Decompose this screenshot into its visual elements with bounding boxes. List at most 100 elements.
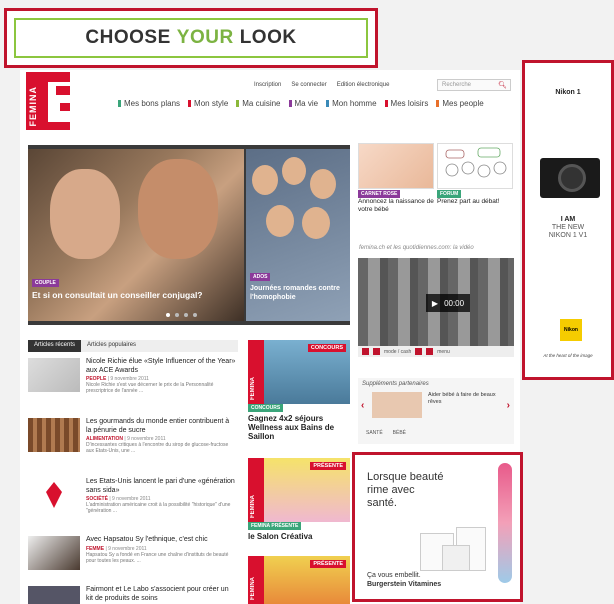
- promo-title[interactable]: le Salon Créativa: [248, 532, 350, 541]
- nikon-ad[interactable]: Nikon 1 I AM THE NEW NIKON 1 V1 Nikon At…: [522, 60, 614, 380]
- carnet-rose-image[interactable]: [358, 143, 434, 189]
- tab-articles-populaires[interactable]: Articles populaires: [81, 340, 142, 352]
- article-title[interactable]: Les gourmands du monde entier contribuen…: [86, 418, 236, 435]
- forum-caption[interactable]: Prenez part au débat!: [437, 198, 513, 206]
- choose-your-look-banner[interactable]: CHOOSE YOUR LOOK: [4, 8, 378, 68]
- article-title[interactable]: Avec Hapsatou Sy l'ethnique, c'est chic: [86, 536, 236, 545]
- article-thumbnail[interactable]: [28, 536, 80, 570]
- link-inscription[interactable]: Inscription: [254, 82, 281, 88]
- tag-ados: ADOS: [250, 273, 271, 281]
- promo-tag: CONCOURS: [248, 404, 284, 412]
- nav-ma-cuisine[interactable]: Ma cuisine: [236, 99, 281, 108]
- video-ctrl-icon[interactable]: [362, 348, 369, 355]
- slider-dots[interactable]: [166, 313, 197, 317]
- article-desc: D'incessantes critiques à l'encontre du …: [86, 442, 229, 454]
- article-title[interactable]: Nicole Richie élue «Style Influencer of …: [86, 358, 236, 375]
- link-edition-electronique[interactable]: Edition électronique: [337, 82, 390, 88]
- promo-badge: CONCOURS: [307, 344, 346, 352]
- partners-text[interactable]: Aider bébé à faire de beaux rêves: [428, 392, 498, 406]
- banner-your: YOUR: [176, 27, 234, 48]
- list-item[interactable]: Fairmont et Le Labo s'associent pour cré…: [28, 586, 238, 604]
- nav-ma-vie[interactable]: Ma vie: [288, 99, 318, 108]
- hero-main-title[interactable]: Et si on consultait un conseiller conjug…: [32, 290, 203, 300]
- promo-concours[interactable]: FEMINA CONCOURS CONCOURS Gagnez 4x2 séjo…: [248, 340, 350, 441]
- nav-mon-style[interactable]: Mon style: [188, 99, 228, 108]
- hero-side-title[interactable]: Journées romandes contre l'homophobie: [250, 284, 346, 302]
- femina-logo[interactable]: FEMINA: [26, 72, 70, 130]
- link-se-connecter[interactable]: Se connecter: [291, 82, 326, 88]
- next-arrow-icon[interactable]: ›: [507, 400, 510, 411]
- video-label: femina.ch et les quotidiennes.com: la vi…: [359, 245, 474, 251]
- video-player[interactable]: ▶ 00:00: [358, 258, 514, 348]
- forum-item[interactable]: FORUM Prenez part au débat!: [437, 190, 513, 206]
- slider-dot[interactable]: [175, 313, 179, 317]
- burgerstein-headline: Lorsque beauté rime avec santé.: [367, 471, 444, 509]
- tag-forum: FORUM: [437, 190, 462, 198]
- forum-image[interactable]: [437, 143, 513, 189]
- list-item[interactable]: Les gourmands du monde entier contribuen…: [28, 418, 238, 468]
- promo-title[interactable]: Gagnez 4x2 séjours Wellness aux Bains de…: [248, 414, 350, 441]
- prev-arrow-icon[interactable]: ‹: [361, 400, 364, 411]
- nav-mon-homme[interactable]: Mon homme: [326, 99, 377, 108]
- article-tabs: Articles récents Articles populaires: [28, 340, 238, 352]
- search-icon[interactable]: 🔍︎: [498, 81, 507, 89]
- partners-box: Suppléments partenaires ‹ Aider bébé à f…: [358, 378, 514, 444]
- article-thumbnail[interactable]: [28, 358, 80, 392]
- article-category: FEMME: [86, 545, 105, 552]
- partners-image[interactable]: [372, 392, 422, 418]
- slider-dot[interactable]: [166, 313, 170, 317]
- burgerstein-sub: Ça vous embellit. Burgerstein Vitamines: [367, 572, 442, 588]
- article-title[interactable]: Fairmont et Le Labo s'associent pour cré…: [86, 586, 236, 603]
- article-thumbnail[interactable]: [28, 478, 80, 512]
- link-sante[interactable]: SANTÉ: [366, 430, 383, 436]
- carnet-rose-item[interactable]: CARNET ROSE Annoncez la naissance de vot…: [358, 190, 434, 214]
- promo-logo-text: FEMINA: [250, 577, 256, 600]
- search-placeholder: Recherche: [442, 82, 472, 88]
- nav-mes-people[interactable]: Mes people: [436, 99, 484, 108]
- forum-drawing-icon: [445, 147, 507, 178]
- video-ctrl-icon[interactable]: [373, 348, 380, 355]
- nav-mes-loisirs[interactable]: Mes loisirs: [384, 99, 428, 108]
- promo-salon[interactable]: FEMINA PRÉSENTE FEMINA PRÉSENTE le Salon…: [248, 458, 350, 541]
- hero-side-caption[interactable]: ADOS Journées romandes contre l'homophob…: [250, 273, 346, 302]
- nav-mes-bons-plans[interactable]: Mes bons plans: [118, 99, 180, 108]
- promo-image[interactable]: FEMINA CONCOURS: [248, 340, 350, 404]
- top-links: Inscription Se connecter Edition électro…: [254, 82, 389, 88]
- promo-image[interactable]: FEMINA PRÉSENTE: [248, 458, 350, 522]
- nikon-slogan: At the heart of the image: [543, 353, 593, 358]
- carnet-rose-caption[interactable]: Annoncez la naissance de votre bébé: [358, 198, 434, 214]
- video-ctrl-mode[interactable]: mode / cash: [384, 349, 411, 355]
- promo-image[interactable]: FEMINA PRÉSENTE: [248, 556, 350, 604]
- nikon-line3: NIKON 1 V1: [548, 232, 588, 239]
- hero-main-caption[interactable]: COUPLE Et si on consultait un conseiller…: [32, 279, 203, 300]
- slider-dot[interactable]: [184, 313, 188, 317]
- video-ctrl-menu[interactable]: menu: [437, 349, 450, 355]
- burgerstein-ad[interactable]: Lorsque beauté rime avec santé. Ça vous …: [352, 452, 523, 602]
- video-ctrl-icon[interactable]: [415, 348, 423, 355]
- banner-choose: CHOOSE: [85, 27, 171, 48]
- play-icon: ▶: [431, 298, 439, 308]
- article-date: | 9 novembre 2011: [105, 545, 147, 552]
- article-thumbnail[interactable]: [28, 418, 80, 452]
- search-input[interactable]: Recherche 🔍︎: [437, 79, 511, 91]
- promo-third[interactable]: FEMINA PRÉSENTE: [248, 556, 350, 604]
- link-bebe[interactable]: BÉBÉ: [393, 430, 406, 436]
- promo-logo-text: FEMINA: [250, 377, 256, 400]
- list-item[interactable]: Les Etats-Unis lancent le pari d'une «gé…: [28, 478, 238, 528]
- tab-articles-recents[interactable]: Articles récents: [28, 340, 82, 352]
- video-ctrl-icon[interactable]: [426, 348, 434, 355]
- article-thumbnail[interactable]: [28, 586, 80, 604]
- promo-logo-text: FEMINA: [250, 495, 256, 518]
- camera-icon: [540, 158, 600, 198]
- tag-couple: COUPLE: [32, 279, 59, 287]
- article-title[interactable]: Les Etats-Unis lancent le pari d'une «gé…: [86, 478, 236, 495]
- red-ribbon-icon: [46, 482, 62, 508]
- play-button[interactable]: ▶ 00:00: [426, 294, 470, 312]
- nikon-line2: THE NEW: [551, 224, 585, 231]
- nikon-logo: Nikon: [560, 319, 582, 341]
- article-desc: L'administration américaine croit à la p…: [86, 502, 231, 514]
- slider-dot[interactable]: [193, 313, 197, 317]
- list-item[interactable]: Nicole Richie élue «Style Influencer of …: [28, 358, 238, 408]
- video-time: 00:00: [444, 298, 465, 308]
- list-item[interactable]: Avec Hapsatou Sy l'ethnique, c'est chic …: [28, 536, 238, 586]
